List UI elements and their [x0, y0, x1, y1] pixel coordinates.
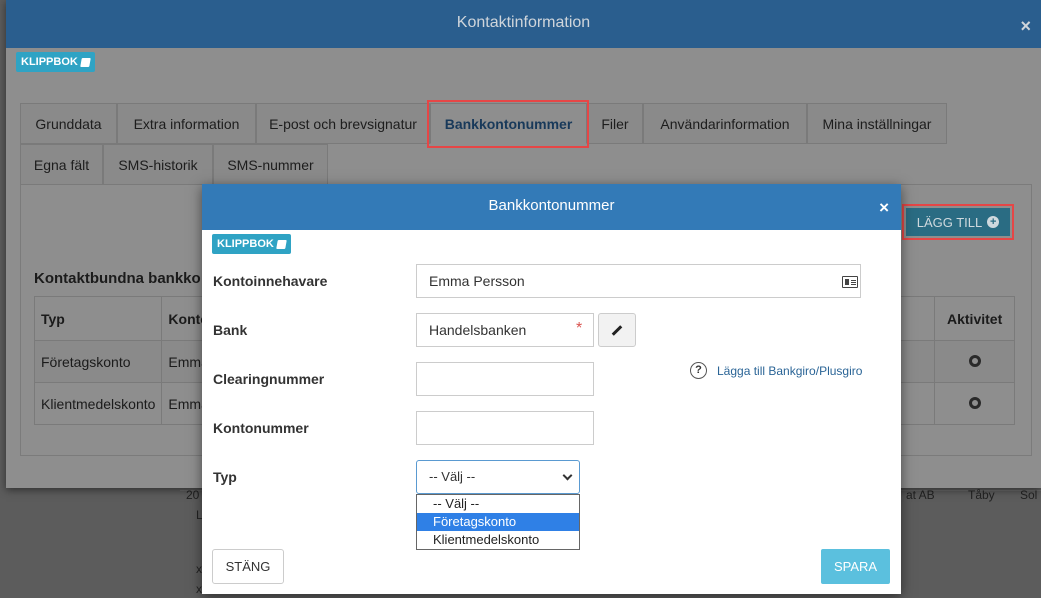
- typ-dropdown: -- Välj -- Företagskonto Klientmedelskon…: [416, 494, 580, 550]
- label-typ: Typ: [213, 469, 237, 485]
- typ-option[interactable]: Klientmedelskonto: [417, 531, 579, 549]
- cell-aktivitet: [934, 382, 1015, 425]
- tab-filer[interactable]: Filer: [587, 103, 643, 144]
- tab-sms-nummer[interactable]: SMS-nummer: [213, 144, 328, 185]
- dialog-header: Kontaktinformation ×: [6, 0, 1041, 48]
- klippbok-button[interactable]: KLIPPBOK: [16, 52, 95, 72]
- close-icon[interactable]: ×: [1020, 16, 1031, 37]
- cell-aktivitet: [934, 340, 1015, 383]
- tab-anvandarinformation[interactable]: Användarinformation: [643, 103, 807, 144]
- column-header-aktivitet: Aktivitet: [934, 296, 1015, 341]
- stang-button[interactable]: STÄNG: [212, 549, 284, 584]
- typ-select-value: -- Välj --: [429, 469, 476, 484]
- lagg-till-button[interactable]: LÄGG TILL +: [906, 208, 1010, 236]
- help-icon[interactable]: ?: [690, 362, 707, 379]
- klippbok-label: KLIPPBOK: [21, 56, 78, 68]
- plus-circle-icon: +: [987, 216, 1000, 228]
- tab-grunddata[interactable]: Grunddata: [20, 103, 117, 144]
- cell-typ: Företagskonto: [33, 340, 163, 383]
- bankkontonummer-modal: Bankkontonummer × KLIPPBOK Kontoinnehava…: [202, 184, 901, 594]
- highlight-box: [427, 100, 589, 148]
- lagg-till-label: LÄGG TILL: [916, 214, 983, 230]
- modal-title: Bankkontonummer: [488, 197, 615, 214]
- gear-icon[interactable]: [968, 396, 981, 409]
- tab-extra-information[interactable]: Extra information: [117, 103, 256, 144]
- bank-input[interactable]: Handelsbanken: [416, 313, 594, 347]
- klippbok-label: KLIPPBOK: [217, 238, 274, 250]
- kontoinnehavare-input[interactable]: Emma Persson: [416, 264, 861, 298]
- bg-text: at AB: [906, 488, 935, 502]
- kontonummer-input[interactable]: [416, 411, 594, 445]
- typ-option[interactable]: Företagskonto: [417, 513, 579, 531]
- bg-text: Sol: [1020, 488, 1038, 502]
- book-icon: [276, 239, 287, 249]
- highlight-box: LÄGG TILL +: [902, 204, 1014, 240]
- chevron-down-icon: [562, 470, 573, 481]
- typ-option[interactable]: -- Välj --: [417, 495, 579, 513]
- required-marker: *: [576, 320, 583, 337]
- bg-text: 20: [186, 488, 200, 502]
- gear-icon[interactable]: [968, 354, 981, 367]
- tab-mina-installningar[interactable]: Mina inställningar: [807, 103, 947, 144]
- contact-card-icon[interactable]: [842, 276, 858, 288]
- clearingnummer-input[interactable]: [416, 362, 594, 396]
- spara-button[interactable]: SPARA: [821, 549, 890, 584]
- tab-egna-falt[interactable]: Egna fält: [20, 144, 103, 185]
- label-kontoinnehavare: Kontoinnehavare: [213, 273, 328, 289]
- tab-sms-historik[interactable]: SMS-historik: [103, 144, 213, 185]
- column-header-typ: Typ: [33, 296, 163, 341]
- section-title: Kontaktbundna bankko: [34, 270, 201, 287]
- pencil-icon: [611, 324, 623, 336]
- typ-select[interactable]: -- Välj --: [416, 460, 580, 494]
- bankgiro-plusgiro-link[interactable]: Lägga till Bankgiro/Plusgiro: [717, 364, 862, 378]
- bg-text: Tåby: [968, 488, 995, 502]
- dialog-title: Kontaktinformation: [456, 14, 591, 31]
- tab-epost-brevsignatur[interactable]: E-post och brevsignatur: [256, 103, 430, 144]
- book-icon: [80, 57, 91, 67]
- modal-header: Bankkontonummer ×: [202, 184, 901, 230]
- label-clearingnummer: Clearingnummer: [213, 371, 325, 387]
- label-bank: Bank: [213, 322, 248, 338]
- cell-typ: Klientmedelskonto: [33, 382, 163, 425]
- label-kontonummer: Kontonummer: [213, 420, 309, 436]
- klippbok-button[interactable]: KLIPPBOK: [212, 234, 291, 254]
- edit-bank-button[interactable]: [598, 313, 636, 347]
- close-icon[interactable]: ×: [879, 198, 889, 218]
